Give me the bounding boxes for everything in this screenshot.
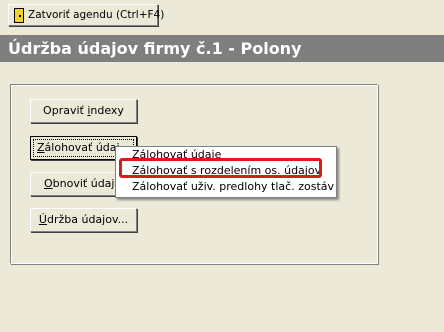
backup-context-menu: Zálohovať údaje Zálohovať s rozdelením o… bbox=[115, 146, 337, 198]
maintenance-accelerator: Ú bbox=[38, 213, 47, 226]
restore-label-part: bnoviť údaje bbox=[52, 177, 122, 190]
repair-indexes-button[interactable]: Opraviť indexy bbox=[30, 99, 137, 123]
menu-item-backup-split-personal[interactable]: Zálohovať s rozdelením os. údajov bbox=[116, 163, 336, 179]
close-agenda-button[interactable]: Zatvoriť agendu (Ctrl+F4) bbox=[8, 4, 164, 26]
menu-item-backup-data[interactable]: Zálohovať údaje bbox=[116, 147, 336, 163]
door-icon bbox=[14, 7, 24, 23]
toolbar: Zatvoriť agendu (Ctrl+F4) bbox=[0, 0, 444, 30]
page-title: Údržba údajov firmy č.1 - Polony bbox=[0, 35, 444, 62]
data-maintenance-button[interactable]: Údržba údajov... bbox=[30, 208, 137, 232]
maintenance-label-part: držba údajov... bbox=[46, 213, 129, 226]
restore-accelerator: O bbox=[44, 177, 53, 190]
backup-label-part: álohovať údaj bbox=[44, 141, 120, 154]
menu-item-backup-print-templates[interactable]: Zálohovať uživ. predlohy tlač. zostáv bbox=[116, 179, 336, 195]
repair-label-part: Opraviť bbox=[43, 104, 88, 117]
close-agenda-label: Zatvoriť agendu (Ctrl+F4) bbox=[28, 9, 165, 21]
repair-label-part: ndexy bbox=[90, 104, 124, 117]
backup-accelerator: Z bbox=[37, 141, 45, 154]
